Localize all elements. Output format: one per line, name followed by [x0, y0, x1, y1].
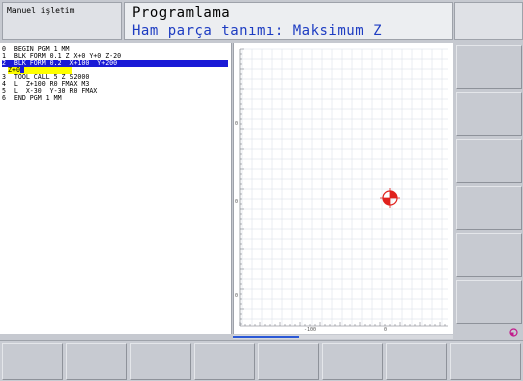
right-header-box	[454, 2, 523, 40]
title-panel: Programlama Ham parça tanımı: Maksimum Z	[124, 2, 453, 40]
softkey-6[interactable]	[322, 343, 383, 380]
right-softkey-2[interactable]	[456, 92, 522, 136]
softkey-3[interactable]	[130, 343, 191, 380]
softkey-8[interactable]	[450, 343, 521, 380]
y-tick-label-mid: 0	[235, 199, 238, 205]
scroll-indicator	[233, 335, 453, 339]
operating-mode-label: Manuel işletim	[7, 6, 75, 15]
softkey-7[interactable]	[386, 343, 447, 380]
page-title: Programlama	[132, 5, 231, 21]
right-softkey-3[interactable]	[456, 139, 522, 183]
x-tick-label-0: 0	[384, 327, 387, 333]
y-tick-label-bottom: 0	[235, 293, 238, 299]
right-softkey-5[interactable]	[456, 233, 522, 277]
nc-line-2-selected[interactable]: 2 BLK FORM 0.2 X+100 Y+200	[2, 60, 228, 67]
x-tick-label-neg100: -100	[304, 327, 316, 333]
nc-line-6[interactable]: 6 END PGM 1 MM	[2, 95, 62, 102]
y-tick-label-top: 0	[235, 121, 238, 127]
right-softkey-4[interactable]	[456, 186, 522, 230]
datum-marker-icon	[380, 188, 400, 208]
blank-form-graphic: -100 0 0 0 0	[233, 43, 453, 334]
grid-lines	[241, 48, 448, 325]
horizontal-softkey-bar	[0, 340, 523, 381]
operating-mode-panel[interactable]: Manuel işletim	[2, 2, 122, 40]
softkey-4[interactable]	[194, 343, 255, 380]
program-listing[interactable]: 0 BEGIN PGM 1 MM 1 BLK FORM 0.1 Z X+0 Y+…	[0, 43, 232, 334]
softkey-2[interactable]	[66, 343, 127, 380]
x-ruler-ticks	[239, 322, 446, 326]
scroll-indicator-thumb	[233, 336, 299, 338]
right-softkey-6[interactable]	[456, 280, 522, 324]
dialog-prompt: Ham parça tanımı: Maksimum Z	[132, 23, 383, 39]
cnc-screen: Manuel işletim Programlama Ham parça tan…	[0, 0, 523, 381]
status-icon	[509, 328, 518, 337]
vertical-softkey-bar	[454, 43, 523, 335]
softkey-1[interactable]	[2, 343, 63, 380]
right-softkey-1[interactable]	[456, 45, 522, 89]
graphic-canvas: -100 0 0 0 0	[235, 48, 448, 333]
softkey-5[interactable]	[258, 343, 319, 380]
